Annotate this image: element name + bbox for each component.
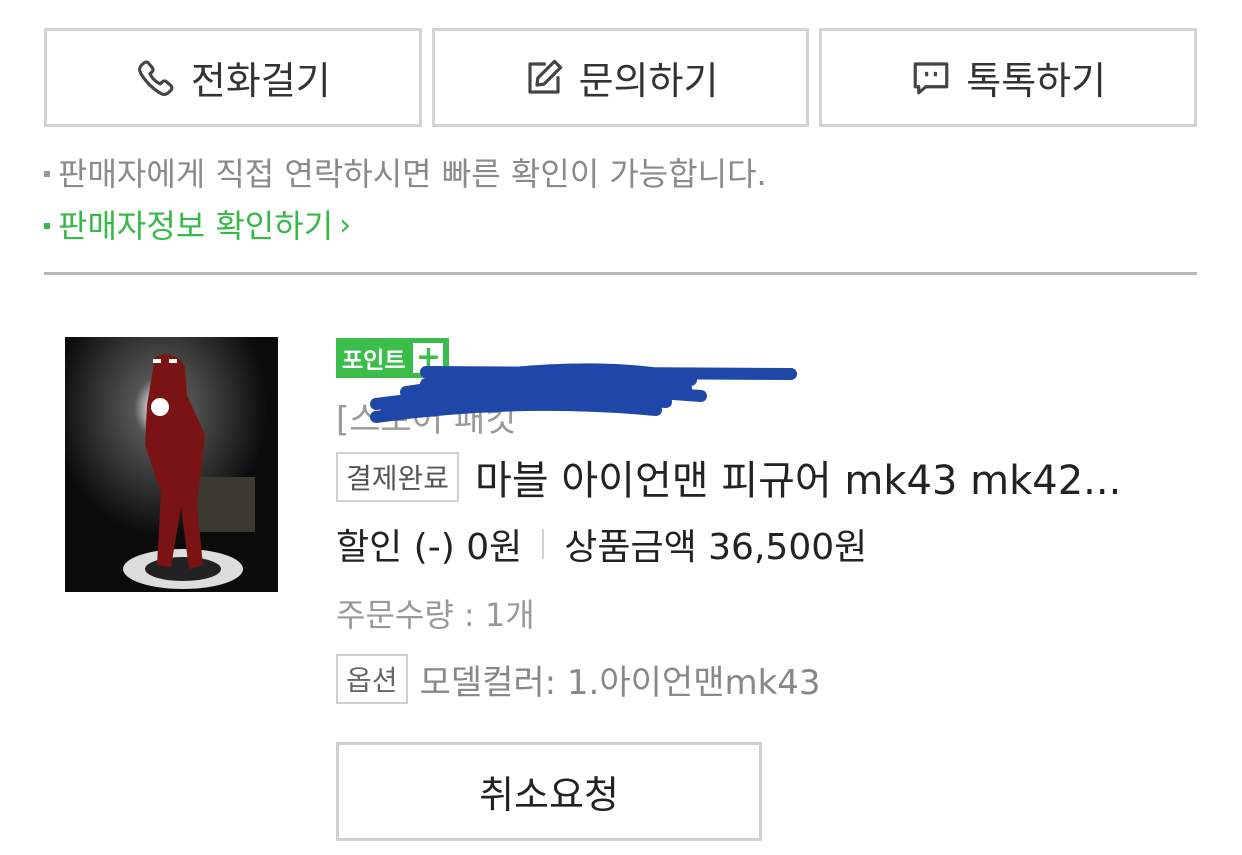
store-name[interactable]: [스토어 패킷 xyxy=(336,363,1206,440)
price-row: 할인 (-) 0원 상품금액 36,500원 xyxy=(336,518,1206,570)
seller-info-link[interactable]: 판매자정보 확인하기 › xyxy=(44,200,1197,252)
cancel-request-label: 취소요청 xyxy=(479,773,619,817)
separator xyxy=(542,529,545,559)
option-row: 옵션 모델컬러: 1.아이언맨mk43 xyxy=(336,654,1206,704)
inquiry-label: 문의하기 xyxy=(578,59,719,103)
contact-actions: 전화걸기 문의하기 톡톡하기 xyxy=(44,28,1198,127)
talk-label: 톡톡하기 xyxy=(966,59,1107,103)
chevron-right-icon: › xyxy=(339,208,352,243)
divider xyxy=(44,272,1197,275)
cancel-request-button[interactable]: 취소요청 xyxy=(336,742,762,841)
discount-text: 할인 (-) 0원 xyxy=(336,527,523,568)
product-image xyxy=(65,337,278,592)
contact-note-text: 판매자에게 직접 연락하시면 빠른 확인이 가능합니다. xyxy=(58,155,767,193)
inquiry-button[interactable]: 문의하기 xyxy=(431,28,810,127)
call-label: 전화걸기 xyxy=(190,59,331,103)
phone-icon xyxy=(137,60,174,96)
bullet xyxy=(44,223,50,229)
product-amount: 상품금액 36,500원 xyxy=(564,527,868,568)
redaction-scribble xyxy=(370,363,797,423)
seller-notes: 판매자에게 직접 연락하시면 빠른 확인이 가능합니다. 판매자정보 확인하기 … xyxy=(44,148,1197,252)
contact-note: 판매자에게 직접 연락하시면 빠른 확인이 가능합니다. xyxy=(44,148,1197,200)
call-button[interactable]: 전화걸기 xyxy=(44,28,422,127)
bullet xyxy=(44,171,50,177)
product-thumbnail[interactable] xyxy=(65,337,278,592)
talk-button[interactable]: 톡톡하기 xyxy=(819,28,1198,127)
order-item-info: 포인트 + [스토어 패킷 결제완료 마블 아이언맨 피규어 mk43 mk42… xyxy=(336,338,1206,704)
chat-icon xyxy=(913,61,949,94)
option-value: 모델컬러: 1.아이언맨mk43 xyxy=(419,662,821,703)
seller-info-link-text: 판매자정보 확인하기 xyxy=(58,207,334,245)
order-quantity: 주문수량 : 1개 xyxy=(336,596,535,634)
edit-icon xyxy=(528,59,562,94)
option-tag: 옵션 xyxy=(336,654,408,704)
